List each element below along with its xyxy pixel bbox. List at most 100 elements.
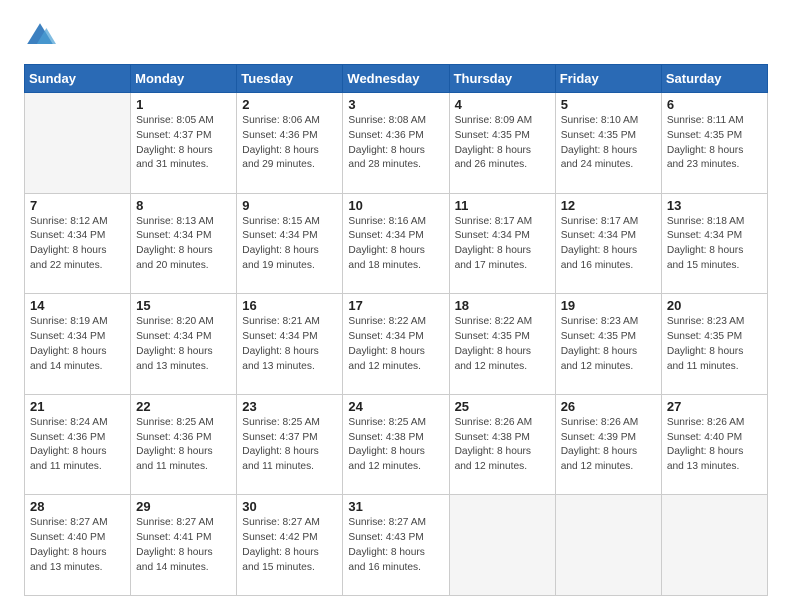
day-number: 4 <box>455 97 550 112</box>
calendar-cell: 3 Sunrise: 8:08 AMSunset: 4:36 PMDaylight… <box>343 93 449 194</box>
day-info: Sunrise: 8:10 AMSunset: 4:35 PMDaylight:… <box>561 114 656 173</box>
day-info: Sunrise: 8:24 AMSunset: 4:36 PMDaylight:… <box>30 416 125 475</box>
calendar-cell: 24 Sunrise: 8:25 AMSunset: 4:38 PMDayligh… <box>343 394 449 495</box>
day-info: Sunrise: 8:23 AMSunset: 4:35 PMDaylight:… <box>667 315 762 374</box>
day-number: 28 <box>30 499 125 514</box>
calendar-cell: 14Sunrise: 8:19 AMSunset: 4:34 PMDayligh… <box>25 294 131 395</box>
weekday-header-tuesday: Tuesday <box>237 65 343 93</box>
calendar-cell: 22 Sunrise: 8:25 AMSunset: 4:36 PMDayligh… <box>131 394 237 495</box>
day-number: 3 <box>348 97 443 112</box>
day-number: 31 <box>348 499 443 514</box>
calendar-cell: 10 Sunrise: 8:16 AMSunset: 4:34 PMDayligh… <box>343 193 449 294</box>
calendar-cell: 20 Sunrise: 8:23 AMSunset: 4:35 PMDayligh… <box>661 294 767 395</box>
day-info: Sunrise: 8:11 AMSunset: 4:35 PMDaylight:… <box>667 114 762 173</box>
calendar-header-row: SundayMondayTuesdayWednesdayThursdayFrid… <box>25 65 768 93</box>
calendar-cell <box>449 495 555 596</box>
day-number: 1 <box>136 97 231 112</box>
calendar-cell: 11Sunrise: 8:17 AMSunset: 4:34 PMDayligh… <box>449 193 555 294</box>
day-number: 6 <box>667 97 762 112</box>
header <box>24 20 768 52</box>
calendar-week-row-4: 21 Sunrise: 8:24 AMSunset: 4:36 PMDayligh… <box>25 394 768 495</box>
day-number: 7 <box>30 198 125 213</box>
day-number: 16 <box>242 298 337 313</box>
day-number: 2 <box>242 97 337 112</box>
day-number: 9 <box>242 198 337 213</box>
day-number: 15 <box>136 298 231 313</box>
calendar-cell: 19Sunrise: 8:23 AMSunset: 4:35 PMDayligh… <box>555 294 661 395</box>
calendar-cell: 12 Sunrise: 8:17 AMSunset: 4:34 PMDayligh… <box>555 193 661 294</box>
day-number: 23 <box>242 399 337 414</box>
calendar-cell: 13Sunrise: 8:18 AMSunset: 4:34 PMDayligh… <box>661 193 767 294</box>
calendar-cell: 30 Sunrise: 8:27 AMSunset: 4:42 PMDayligh… <box>237 495 343 596</box>
day-number: 5 <box>561 97 656 112</box>
day-info: Sunrise: 8:25 AMSunset: 4:38 PMDaylight:… <box>348 416 443 475</box>
day-number: 12 <box>561 198 656 213</box>
day-number: 29 <box>136 499 231 514</box>
calendar-cell: 6 Sunrise: 8:11 AMSunset: 4:35 PMDaylight… <box>661 93 767 194</box>
page: SundayMondayTuesdayWednesdayThursdayFrid… <box>0 0 792 612</box>
calendar-cell: 15Sunrise: 8:20 AMSunset: 4:34 PMDayligh… <box>131 294 237 395</box>
day-info: Sunrise: 8:08 AMSunset: 4:36 PMDaylight:… <box>348 114 443 173</box>
day-number: 21 <box>30 399 125 414</box>
day-number: 17 <box>348 298 443 313</box>
weekday-header-friday: Friday <box>555 65 661 93</box>
calendar-cell <box>555 495 661 596</box>
day-number: 19 <box>561 298 656 313</box>
day-info: Sunrise: 8:27 AMSunset: 4:40 PMDaylight:… <box>30 516 125 575</box>
day-number: 22 <box>136 399 231 414</box>
calendar-cell: 7Sunrise: 8:12 AMSunset: 4:34 PMDaylight… <box>25 193 131 294</box>
calendar-table: SundayMondayTuesdayWednesdayThursdayFrid… <box>24 64 768 596</box>
calendar-cell: 23 Sunrise: 8:25 AMSunset: 4:37 PMDayligh… <box>237 394 343 495</box>
day-info: Sunrise: 8:22 AMSunset: 4:34 PMDaylight:… <box>348 315 443 374</box>
calendar-cell: 2 Sunrise: 8:06 AMSunset: 4:36 PMDaylight… <box>237 93 343 194</box>
day-number: 24 <box>348 399 443 414</box>
calendar-week-row-3: 14Sunrise: 8:19 AMSunset: 4:34 PMDayligh… <box>25 294 768 395</box>
day-info: Sunrise: 8:05 AMSunset: 4:37 PMDaylight:… <box>136 114 231 173</box>
weekday-header-saturday: Saturday <box>661 65 767 93</box>
day-info: Sunrise: 8:15 AMSunset: 4:34 PMDaylight:… <box>242 215 337 274</box>
weekday-header-monday: Monday <box>131 65 237 93</box>
day-number: 13 <box>667 198 762 213</box>
calendar-cell: 21 Sunrise: 8:24 AMSunset: 4:36 PMDayligh… <box>25 394 131 495</box>
day-info: Sunrise: 8:16 AMSunset: 4:34 PMDaylight:… <box>348 215 443 274</box>
weekday-header-sunday: Sunday <box>25 65 131 93</box>
calendar-week-row-2: 7Sunrise: 8:12 AMSunset: 4:34 PMDaylight… <box>25 193 768 294</box>
calendar-cell <box>25 93 131 194</box>
calendar-cell: 25Sunrise: 8:26 AMSunset: 4:38 PMDayligh… <box>449 394 555 495</box>
day-number: 25 <box>455 399 550 414</box>
day-info: Sunrise: 8:19 AMSunset: 4:34 PMDaylight:… <box>30 315 125 374</box>
day-info: Sunrise: 8:25 AMSunset: 4:37 PMDaylight:… <box>242 416 337 475</box>
calendar-cell <box>661 495 767 596</box>
logo <box>24 20 62 52</box>
calendar-cell: 27 Sunrise: 8:26 AMSunset: 4:40 PMDayligh… <box>661 394 767 495</box>
day-info: Sunrise: 8:17 AMSunset: 4:34 PMDaylight:… <box>561 215 656 274</box>
day-info: Sunrise: 8:09 AMSunset: 4:35 PMDaylight:… <box>455 114 550 173</box>
weekday-header-thursday: Thursday <box>449 65 555 93</box>
day-info: Sunrise: 8:27 AMSunset: 4:42 PMDaylight:… <box>242 516 337 575</box>
calendar-cell: 26 Sunrise: 8:26 AMSunset: 4:39 PMDayligh… <box>555 394 661 495</box>
calendar-cell: 8Sunrise: 8:13 AMSunset: 4:34 PMDaylight… <box>131 193 237 294</box>
weekday-header-wednesday: Wednesday <box>343 65 449 93</box>
day-number: 10 <box>348 198 443 213</box>
calendar-cell: 31 Sunrise: 8:27 AMSunset: 4:43 PMDayligh… <box>343 495 449 596</box>
day-number: 30 <box>242 499 337 514</box>
day-info: Sunrise: 8:26 AMSunset: 4:40 PMDaylight:… <box>667 416 762 475</box>
day-info: Sunrise: 8:25 AMSunset: 4:36 PMDaylight:… <box>136 416 231 475</box>
day-number: 26 <box>561 399 656 414</box>
calendar-cell: 18 Sunrise: 8:22 AMSunset: 4:35 PMDayligh… <box>449 294 555 395</box>
day-number: 27 <box>667 399 762 414</box>
calendar-cell: 5 Sunrise: 8:10 AMSunset: 4:35 PMDaylight… <box>555 93 661 194</box>
day-info: Sunrise: 8:26 AMSunset: 4:39 PMDaylight:… <box>561 416 656 475</box>
day-info: Sunrise: 8:06 AMSunset: 4:36 PMDaylight:… <box>242 114 337 173</box>
calendar-cell: 17 Sunrise: 8:22 AMSunset: 4:34 PMDayligh… <box>343 294 449 395</box>
day-number: 20 <box>667 298 762 313</box>
day-info: Sunrise: 8:27 AMSunset: 4:43 PMDaylight:… <box>348 516 443 575</box>
logo-icon <box>24 20 56 52</box>
day-info: Sunrise: 8:22 AMSunset: 4:35 PMDaylight:… <box>455 315 550 374</box>
calendar-cell: 9 Sunrise: 8:15 AMSunset: 4:34 PMDaylight… <box>237 193 343 294</box>
day-number: 18 <box>455 298 550 313</box>
calendar-cell: 1 Sunrise: 8:05 AMSunset: 4:37 PMDaylight… <box>131 93 237 194</box>
day-number: 11 <box>455 198 550 213</box>
calendar-cell: 16Sunrise: 8:21 AMSunset: 4:34 PMDayligh… <box>237 294 343 395</box>
calendar-week-row-1: 1 Sunrise: 8:05 AMSunset: 4:37 PMDaylight… <box>25 93 768 194</box>
